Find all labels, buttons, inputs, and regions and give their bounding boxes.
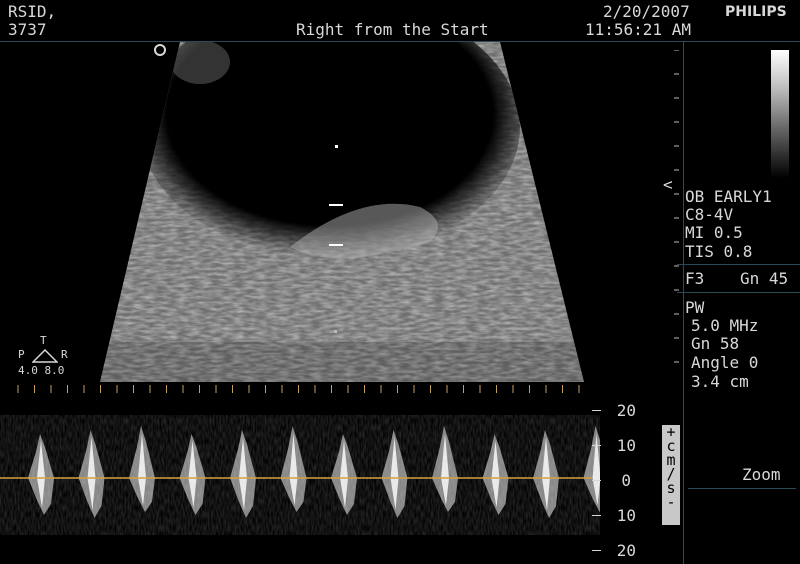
freq-mode: F3 — [685, 269, 705, 288]
focus-marker-icon: < — [663, 175, 673, 194]
probe-marker-icon — [154, 44, 166, 56]
transducer-name: C8-4V — [685, 205, 734, 224]
scale-tick — [592, 515, 601, 516]
zoom-underline — [688, 488, 796, 489]
grayscale-bar — [771, 50, 789, 178]
velocity-unit-label: + c m / s - — [662, 425, 680, 525]
orientation-top: T — [40, 334, 47, 347]
zoom-button[interactable]: Zoom — [742, 466, 781, 484]
rsid-label: RSID, — [8, 2, 57, 21]
ultrasound-image[interactable] — [0, 42, 683, 387]
rsid-value: 3737 — [8, 20, 47, 39]
unit-char: - — [666, 493, 676, 511]
depth-scale — [674, 50, 679, 363]
exam-date: 2/20/2007 — [603, 2, 690, 21]
doppler-spectrum[interactable] — [0, 385, 600, 564]
velocity-label: 20 — [616, 401, 636, 420]
panel-separator — [677, 264, 800, 265]
gate-marker-bottom — [329, 244, 343, 246]
orientation-indicator: T P R 4.0 8.0 — [14, 334, 84, 380]
caliper-point-lower — [334, 330, 337, 333]
gain-2d: Gn 45 — [740, 269, 789, 288]
panel-divider — [683, 42, 684, 564]
preset-name: OB EARLY1 — [685, 187, 772, 206]
velocity-label: 10 — [616, 436, 636, 455]
doppler-mode: PW — [685, 298, 705, 317]
scale-tick — [592, 410, 601, 411]
scale-tick — [592, 445, 601, 446]
doppler-angle: Angle 0 — [691, 353, 759, 372]
orientation-left: P — [18, 348, 25, 361]
triangle-orientation-icon — [32, 349, 58, 363]
exam-title: Right from the Start — [296, 20, 489, 39]
orientation-right: R — [61, 348, 68, 361]
brand-logo: PHILIPS — [725, 4, 787, 20]
doppler-noise — [0, 425, 592, 525]
caliper-point — [335, 145, 338, 148]
gate-marker-top — [329, 204, 343, 206]
tis-value: TIS 0.8 — [685, 242, 753, 261]
panel-separator — [677, 292, 800, 293]
orientation-values: 4.0 8.0 — [18, 364, 65, 377]
pw-gain: Gn 58 — [691, 334, 740, 353]
velocity-label: 0 — [621, 471, 631, 490]
gate-depth: 3.4 cm — [691, 372, 749, 391]
pw-frequency: 5.0 MHz — [691, 316, 759, 335]
scale-tick — [592, 550, 601, 551]
velocity-label: 20 — [616, 541, 636, 560]
exam-time: 11:56:21 AM — [585, 20, 691, 39]
mi-value: MI 0.5 — [685, 223, 743, 242]
velocity-label: 10 — [616, 506, 636, 525]
